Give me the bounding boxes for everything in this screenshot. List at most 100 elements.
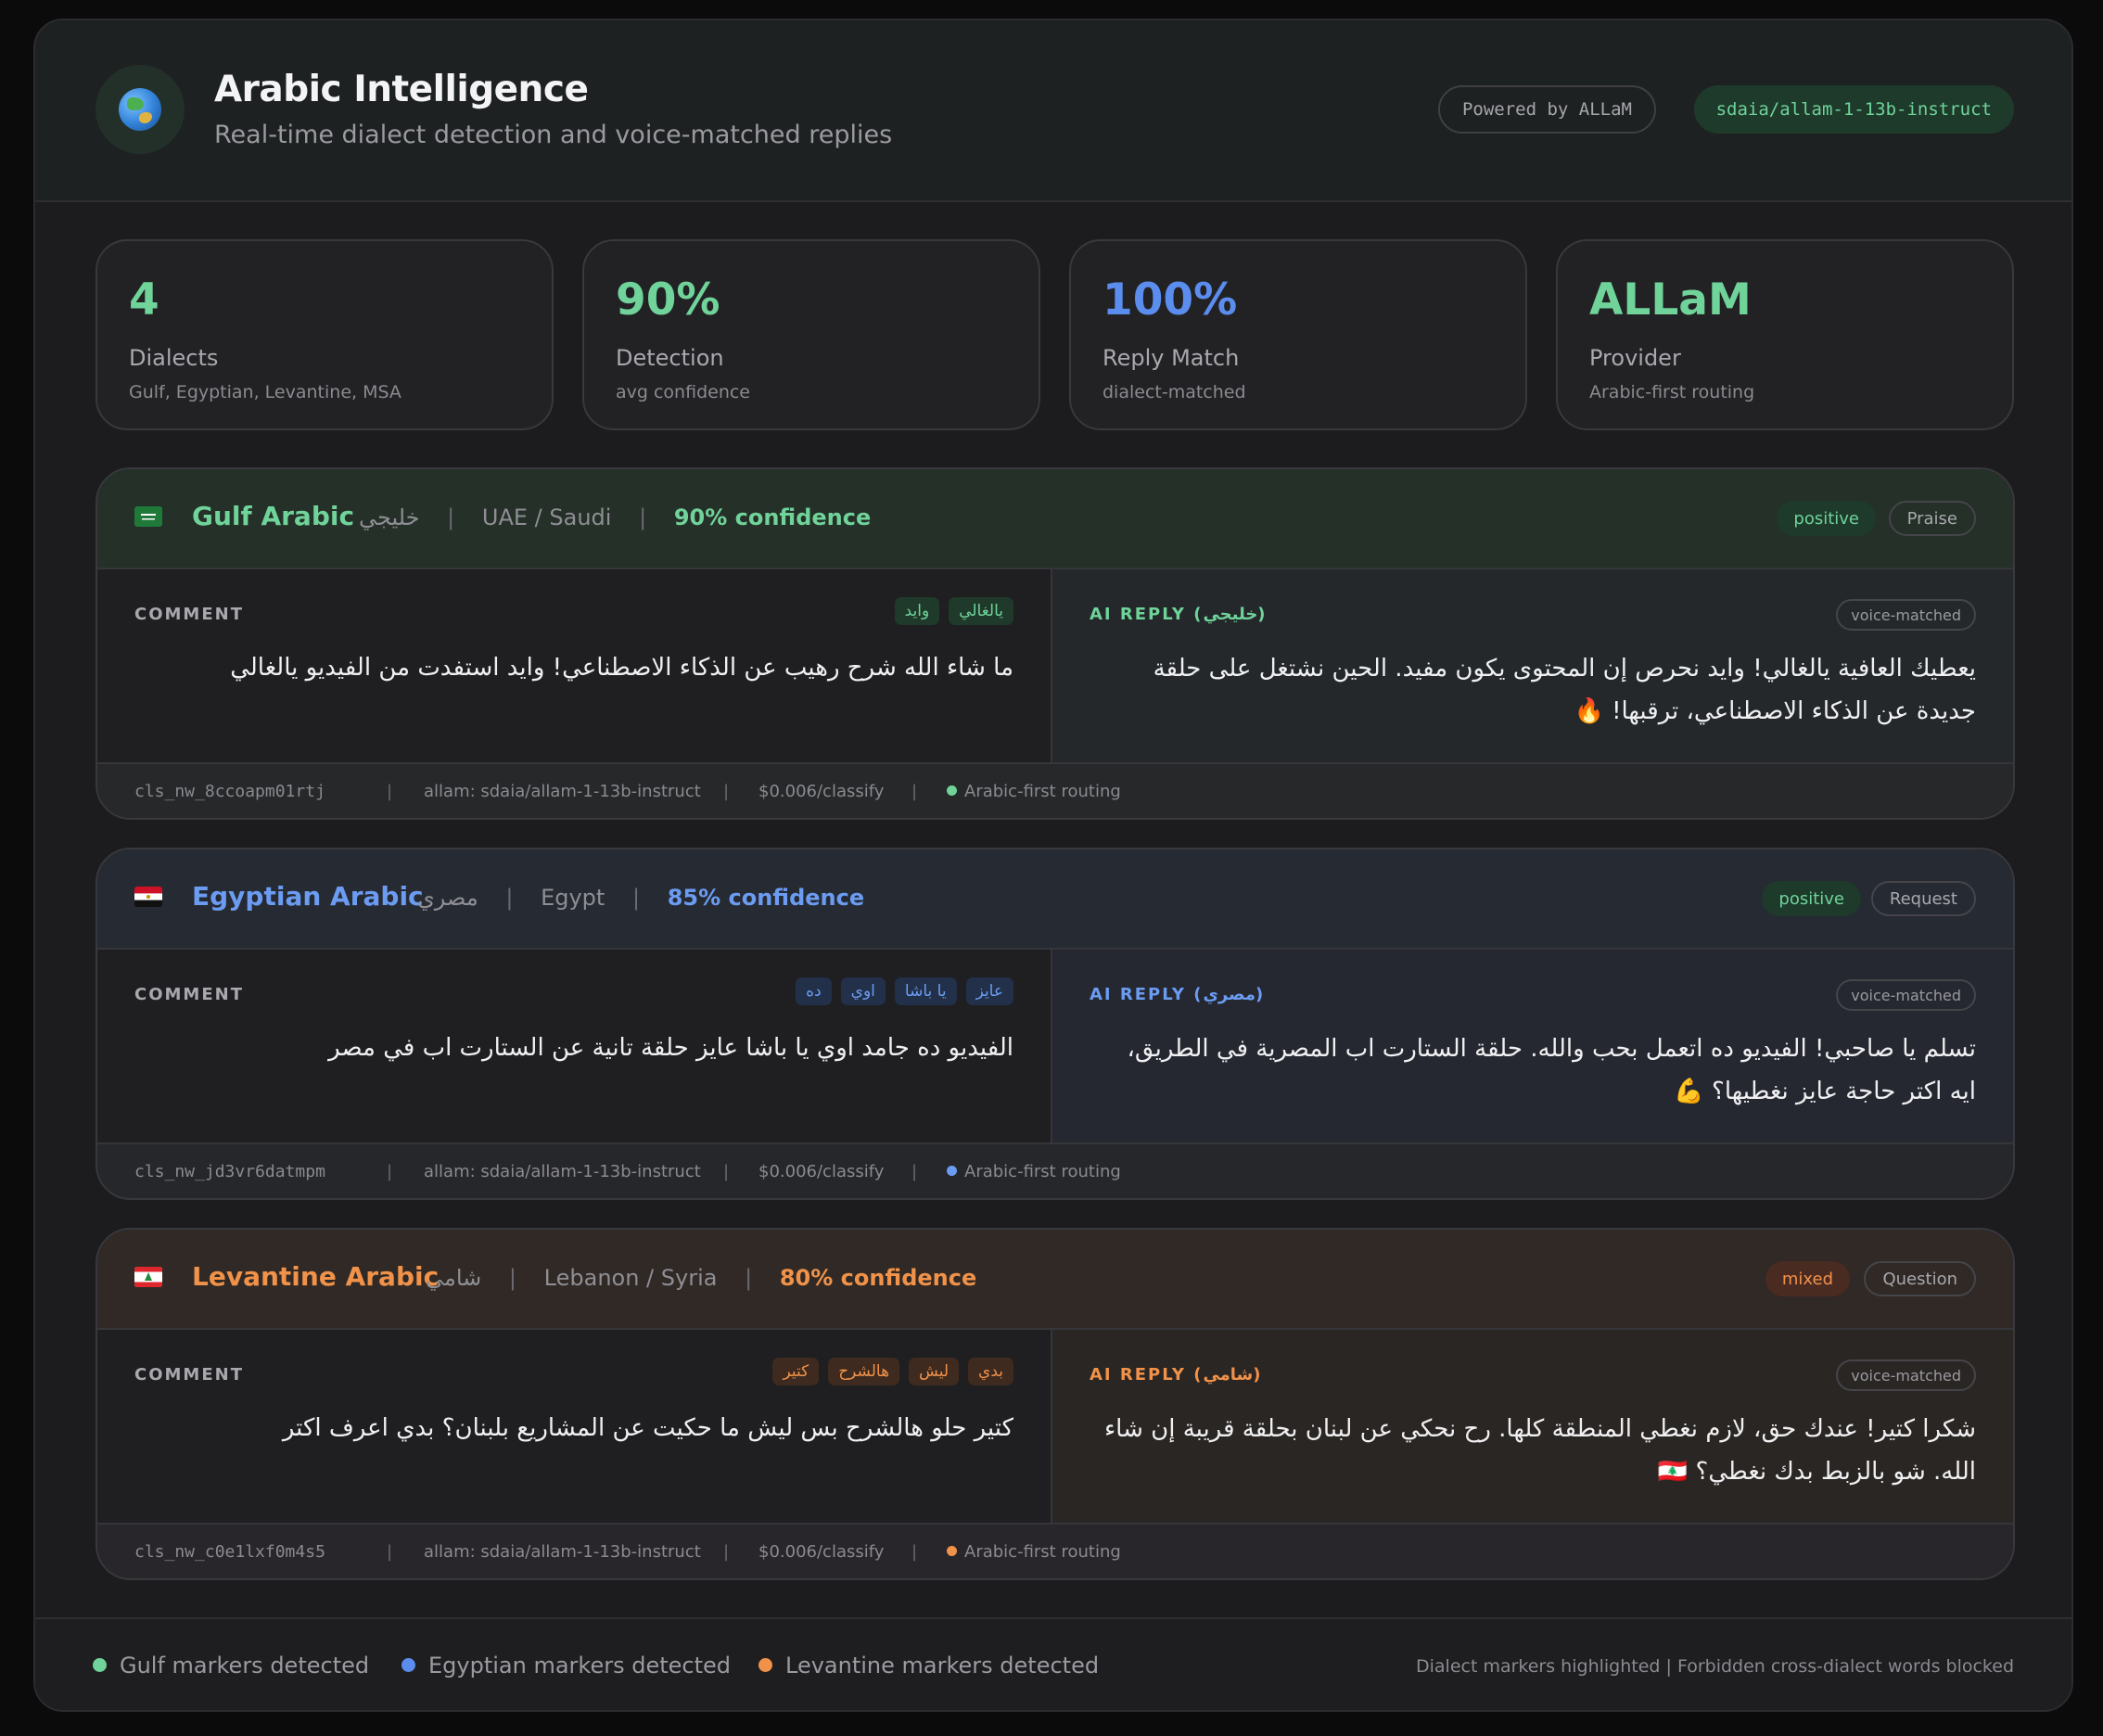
dialect-region: Egypt (541, 885, 605, 911)
legend-text: Gulf markers detected (120, 1653, 370, 1679)
routing-label: Arabic-first routing (947, 1162, 1121, 1181)
dialect-marker: وايد (894, 597, 940, 625)
legend-egyptian: Egyptian markers detected (401, 1653, 731, 1679)
dialect-card-egyptian: Egyptian Arabic مصري | Egypt | 85% confi… (96, 848, 2015, 1200)
reply-label: AI REPLY (خليجي) (1090, 605, 1268, 624)
classification-id: cls_nw_jd3vr6datmpm (134, 1162, 325, 1181)
stat-card-detection: 90% Detection avg confidence (582, 239, 1040, 430)
card-header: Gulf Arabic خليجي | UAE / Saudi | 90% co… (97, 469, 2013, 569)
card-footer: cls_nw_c0e1lxf0m4s5 | allam: sdaia/allam… (97, 1525, 2013, 1578)
type-badge: Praise (1888, 501, 1976, 536)
dialect-marker: يا باشا (894, 977, 957, 1005)
card-body: COMMENT عايز يا باشا اوي ده الفيديو ده ج… (97, 950, 2013, 1144)
status-dot (947, 785, 957, 796)
legend-dot (93, 1658, 107, 1672)
dialect-meta: مصري | Egypt | 85% confidence (417, 885, 865, 911)
stat-card-reply-match: 100% Reply Match dialect-matched (1069, 239, 1527, 430)
voice-matched-badge: voice-matched (1836, 599, 1976, 631)
card-body: COMMENT بدي ليش هالشرح كتير كتير حلو هال… (97, 1330, 2013, 1525)
egypt-flag-icon (134, 887, 162, 907)
stat-card-provider: ALLaM Provider Arabic-first routing (1556, 239, 2014, 430)
page-subtitle: Real-time dialect detection and voice-ma… (214, 121, 893, 149)
comment-pane: COMMENT يالغالي وايد ما شاء الله شرح رهي… (97, 569, 1052, 762)
legend-text: Egyptian markers detected (428, 1653, 732, 1679)
page-title: Arabic Intelligence (214, 69, 589, 110)
dialect-meta: خليجي | UAE / Saudi | 90% confidence (359, 504, 872, 530)
dialect-marker: كتير (772, 1358, 820, 1385)
dialect-marker: عايز (965, 977, 1013, 1005)
status-dot (947, 1546, 957, 1556)
stat-sub: Arabic-first routing (1589, 382, 1755, 402)
type-badge: Request (1870, 881, 1976, 916)
routing-text: Arabic-first routing (964, 1162, 1121, 1181)
card-body: COMMENT يالغالي وايد ما شاء الله شرح رهي… (97, 569, 2013, 764)
classification-id: cls_nw_c0e1lxf0m4s5 (134, 1542, 325, 1562)
app-header: Arabic Intelligence Real-time dialect de… (35, 20, 2071, 202)
legend-footer: Gulf markers detected Egyptian markers d… (35, 1617, 2071, 1710)
model-id: allam: sdaia/allam-1-13b-instruct (424, 1542, 701, 1562)
legend-text: Levantine markers detected (785, 1653, 1100, 1679)
dialect-native: خليجي (359, 504, 420, 530)
routing-text: Arabic-first routing (964, 782, 1121, 801)
sentiment-badge: positive (1762, 881, 1861, 916)
lebanon-flag-icon (134, 1267, 162, 1287)
footer-note: Dialect markers highlighted | Forbidden … (1416, 1656, 2014, 1677)
comment-label: COMMENT (134, 985, 244, 1004)
card-footer: cls_nw_8ccoapm01rtj | allam: sdaia/allam… (97, 764, 2013, 818)
voice-matched-badge: voice-matched (1836, 1359, 1976, 1391)
reply-text: شكرا كتير! عندك حق، لازم نغطي المنطقة كل… (1103, 1415, 1976, 1486)
comment-pane: COMMENT بدي ليش هالشرح كتير كتير حلو هال… (97, 1330, 1052, 1523)
dialect-marker: بدي (968, 1358, 1013, 1385)
sentiment-badge: mixed (1765, 1261, 1850, 1296)
stat-value: 4 (129, 274, 159, 326)
legend-gulf: Gulf markers detected (93, 1653, 369, 1679)
cost-label: $0.006/classify (758, 782, 885, 801)
app-window: Arabic Intelligence Real-time dialect de… (33, 19, 2073, 1712)
reply-pane: AI REPLY (مصري) voice-matched تسلم يا صا… (1052, 950, 2013, 1142)
type-badge: Question (1864, 1261, 1976, 1296)
comment-text: الفيديو ده جامد اوي يا باشا عايز حلقة تا… (328, 1034, 1013, 1062)
dialect-marker: هالشرح (828, 1358, 900, 1385)
status-dot (947, 1166, 957, 1176)
reply-label: AI REPLY (مصري) (1090, 985, 1266, 1004)
comment-text: كتير حلو هالشرح بس ليش ما حكيت عن المشار… (282, 1414, 1013, 1442)
stat-sub: avg confidence (616, 382, 750, 402)
confidence-label: 90% confidence (673, 504, 872, 530)
stat-label: Detection (616, 345, 724, 371)
reply-pane: AI REPLY (شامي) voice-matched شكرا كتير!… (1052, 1330, 2013, 1523)
classification-id: cls_nw_8ccoapm01rtj (134, 782, 325, 801)
stat-label: Dialects (129, 345, 219, 371)
stat-label: Provider (1589, 345, 1681, 371)
card-header: Levantine Arabic شامي | Lebanon / Syria … (97, 1230, 2013, 1330)
dialect-region: Lebanon / Syria (543, 1265, 718, 1291)
confidence-label: 80% confidence (779, 1265, 977, 1291)
dialect-marker: يالغالي (949, 597, 1013, 625)
dialect-marker: اوي (840, 977, 886, 1005)
comment-pane: COMMENT عايز يا باشا اوي ده الفيديو ده ج… (97, 950, 1052, 1142)
stat-value: ALLaM (1589, 274, 1752, 326)
routing-text: Arabic-first routing (964, 1542, 1121, 1562)
dialect-card-levantine: Levantine Arabic شامي | Lebanon / Syria … (96, 1228, 2015, 1580)
stats-row: 4 Dialects Gulf, Egyptian, Levantine, MS… (96, 239, 2015, 430)
stat-sub: dialect-matched (1102, 382, 1246, 402)
comment-label: COMMENT (134, 605, 244, 624)
legend-levantine: Levantine markers detected (758, 1653, 1099, 1679)
marker-list: يالغالي وايد (894, 597, 1013, 625)
globe-icon (96, 65, 185, 154)
reply-pane: AI REPLY (خليجي) voice-matched يعطيك الع… (1052, 569, 2013, 762)
card-header: Egyptian Arabic مصري | Egypt | 85% confi… (97, 849, 2013, 950)
stat-value: 100% (1102, 274, 1238, 326)
cost-label: $0.006/classify (758, 1542, 885, 1562)
dialect-marker: ده (796, 977, 832, 1005)
dialect-marker: ليش (909, 1358, 960, 1385)
reply-label: AI REPLY (شامي) (1090, 1365, 1263, 1385)
dialect-name: Levantine Arabic (192, 1261, 440, 1292)
dialect-region: UAE / Saudi (481, 504, 612, 530)
confidence-label: 85% confidence (667, 885, 865, 911)
dialect-name: Gulf Arabic (192, 501, 355, 531)
dialect-native: شامي (426, 1265, 482, 1291)
stat-sub: Gulf, Egyptian, Levantine, MSA (129, 382, 401, 402)
comment-label: COMMENT (134, 1365, 244, 1385)
card-footer: cls_nw_jd3vr6datmpm | allam: sdaia/allam… (97, 1144, 2013, 1198)
legend-dot (401, 1658, 415, 1672)
